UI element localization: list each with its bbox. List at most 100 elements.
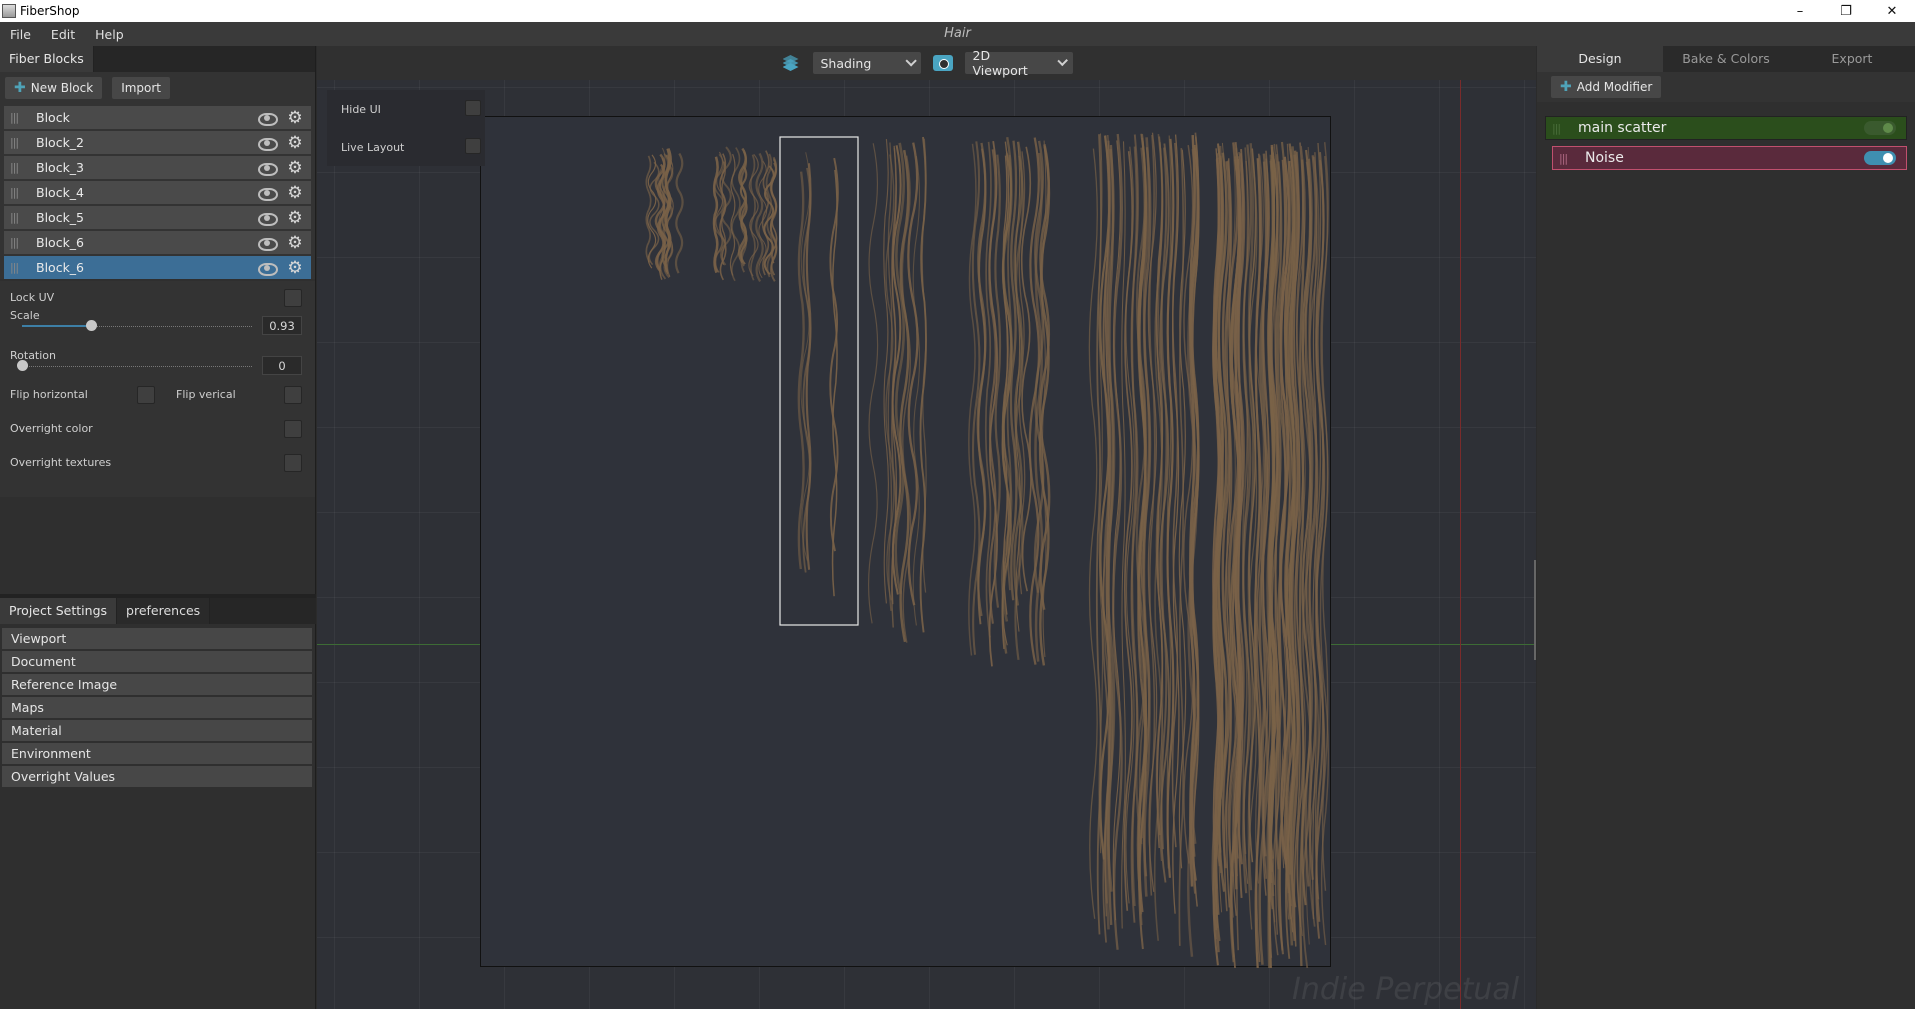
tab-design[interactable]: Design [1537, 46, 1663, 72]
menu-help[interactable]: Help [85, 27, 134, 42]
add-modifier-button[interactable]: ✚ Add Modifier [1551, 76, 1662, 98]
shading-dropdown[interactable]: Shading [812, 52, 921, 74]
modifier-main-scatter[interactable]: ||| main scatter [1545, 116, 1907, 140]
hair-strand [867, 143, 879, 624]
block-row-6[interactable]: ||| Block_6 ⚙ [4, 231, 311, 254]
eye-icon[interactable] [257, 137, 278, 151]
gear-icon[interactable]: ⚙ [285, 183, 305, 203]
modifier-noise[interactable]: ||| Noise [1552, 146, 1907, 170]
drag-handle-icon[interactable]: ||| [1552, 122, 1566, 135]
right-panel: Design Bake & Colors Export ✚ Add Modifi… [1537, 46, 1915, 1009]
modifier-name: Noise [1585, 150, 1624, 166]
rotation-slider-track[interactable] [22, 366, 252, 367]
license-watermark: Indie Perpetual [1292, 972, 1520, 1007]
tab-preferences[interactable]: preferences [117, 598, 211, 624]
viewport-area: Shading 2D Viewport Hide UI Live Layout … [317, 46, 1536, 1009]
plus-icon: ✚ [1560, 79, 1572, 95]
rotation-value-field[interactable]: 0 [262, 356, 302, 375]
lock-uv-label: Lock UV [10, 291, 55, 304]
new-block-label: New Block [30, 81, 94, 95]
block-row-5[interactable]: ||| Block_5 ⚙ [4, 206, 311, 229]
restore-button[interactable]: ❐ [1823, 0, 1869, 22]
hair-strand [645, 155, 652, 264]
live-layout-checkbox[interactable] [465, 138, 481, 154]
app-icon [2, 4, 16, 18]
rotation-slider-handle[interactable] [17, 360, 28, 371]
tab-project-settings[interactable]: Project Settings [0, 598, 118, 624]
menu-edit[interactable]: Edit [41, 27, 85, 42]
block-name: Block_4 [36, 185, 85, 200]
hide-ui-checkbox[interactable] [465, 100, 481, 116]
gear-icon[interactable]: ⚙ [285, 258, 305, 278]
eye-icon[interactable] [257, 237, 278, 251]
document-frame[interactable] [480, 116, 1331, 976]
drag-handle-icon[interactable]: ||| [10, 261, 24, 274]
plus-icon: ✚ [14, 80, 26, 96]
scale-slider-handle[interactable] [86, 320, 97, 331]
flip-vertical-checkbox[interactable] [284, 386, 302, 404]
block-row-1[interactable]: ||| Block ⚙ [4, 106, 311, 129]
drag-handle-icon[interactable]: ||| [1559, 152, 1573, 165]
block-row-4[interactable]: ||| Block_4 ⚙ [4, 181, 311, 204]
eye-icon[interactable] [257, 112, 278, 126]
new-block-button[interactable]: ✚ New Block [5, 77, 103, 99]
fiber-blocks-tabbar: Fiber Blocks [0, 46, 315, 72]
section-material[interactable]: Material [2, 720, 312, 741]
close-button[interactable]: ✕ [1869, 0, 1915, 22]
drag-handle-icon[interactable]: ||| [10, 186, 24, 199]
block-row-3[interactable]: ||| Block_3 ⚙ [4, 156, 311, 179]
drag-handle-icon[interactable]: ||| [10, 236, 24, 249]
menu-bar: File Edit Help Hair [0, 22, 1915, 46]
section-reference-image[interactable]: Reference Image [2, 674, 312, 695]
viewport-canvas[interactable]: Hide UI Live Layout Indie Perpetual [317, 80, 1536, 1009]
section-document[interactable]: Document [2, 651, 312, 672]
import-button[interactable]: Import [112, 77, 171, 99]
menu-file[interactable]: File [0, 27, 41, 42]
rotation-label: Rotation [10, 349, 57, 362]
drag-handle-icon[interactable]: ||| [10, 111, 24, 124]
hair-strand [755, 152, 764, 282]
block-row-7-selected[interactable]: ||| Block_6 ⚙ [4, 256, 311, 279]
scale-value-field[interactable]: 0.93 [262, 316, 302, 335]
overright-color-checkbox[interactable] [284, 420, 302, 438]
gear-icon[interactable]: ⚙ [285, 233, 305, 253]
hair-strand [968, 143, 977, 656]
document-title: Hair [944, 26, 971, 41]
blocks-toolbar: ✚ New Block Import [0, 72, 315, 104]
chevron-down-icon [904, 55, 917, 67]
view-mode-dropdown[interactable]: 2D Viewport [964, 48, 1073, 78]
section-environment[interactable]: Environment [2, 743, 312, 764]
selection-box[interactable] [779, 136, 859, 626]
section-viewport[interactable]: Viewport [2, 628, 312, 649]
eye-icon[interactable] [257, 187, 278, 201]
gear-icon[interactable]: ⚙ [285, 108, 305, 128]
drag-handle-icon[interactable]: ||| [10, 211, 24, 224]
tab-bake-colors[interactable]: Bake & Colors [1663, 46, 1789, 72]
eye-icon[interactable] [257, 212, 278, 226]
gear-icon[interactable]: ⚙ [285, 158, 305, 178]
tab-fiber-blocks[interactable]: Fiber Blocks [0, 46, 94, 72]
scale-label: Scale [10, 309, 40, 322]
drag-handle-icon[interactable]: ||| [10, 161, 24, 174]
gear-icon[interactable]: ⚙ [285, 133, 305, 153]
section-maps[interactable]: Maps [2, 697, 312, 718]
flip-horizontal-checkbox[interactable] [137, 386, 155, 404]
overright-textures-checkbox[interactable] [284, 454, 302, 472]
block-row-2[interactable]: ||| Block_2 ⚙ [4, 131, 311, 154]
hair-strands-canvas [645, 132, 1330, 976]
lock-uv-checkbox[interactable] [284, 289, 302, 307]
modifier-enable-toggle[interactable] [1864, 151, 1896, 165]
window-title: FiberShop [20, 4, 80, 18]
right-splitter-handle[interactable] [1534, 560, 1536, 660]
minimize-button[interactable]: – [1777, 0, 1823, 22]
modifier-enable-toggle[interactable] [1864, 121, 1896, 135]
gear-icon[interactable]: ⚙ [285, 208, 305, 228]
viewport-overlay-panel: Hide UI Live Layout [327, 90, 485, 166]
drag-handle-icon[interactable]: ||| [10, 136, 24, 149]
eye-icon[interactable] [257, 162, 278, 176]
section-overright-values[interactable]: Overright Values [2, 766, 312, 787]
left-panel: Fiber Blocks ✚ New Block Import ||| Bloc… [0, 46, 316, 1009]
eye-icon[interactable] [257, 262, 278, 276]
tab-export[interactable]: Export [1789, 46, 1915, 72]
block-name: Block_5 [36, 210, 85, 225]
